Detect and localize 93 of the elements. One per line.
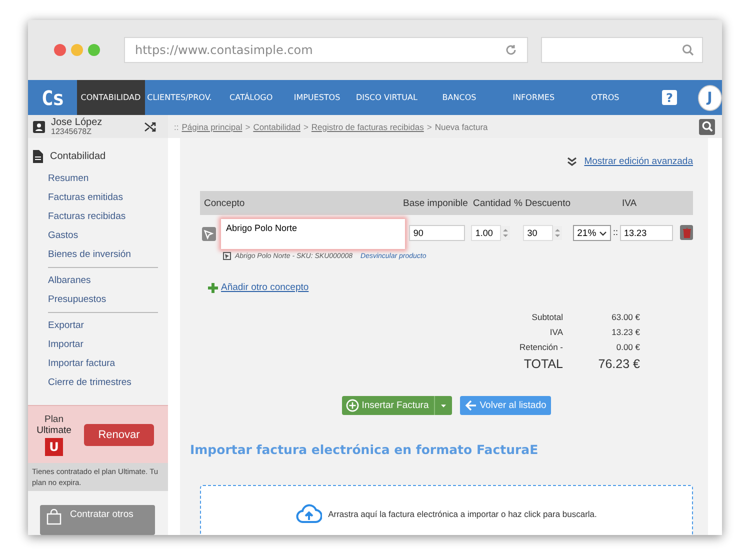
column-header: Concepto <box>203 198 246 208</box>
breadcrumb-separator: > <box>245 122 250 132</box>
nav-tab[interactable]: BANCOS <box>427 80 492 115</box>
base-field[interactable]: 90 <box>409 225 466 241</box>
sidebar-link[interactable]: Resumen <box>28 169 168 188</box>
column-header: Cantidad <box>473 198 512 208</box>
breadcrumb-link[interactable]: Página principal <box>182 122 242 132</box>
arrow-left-icon <box>464 400 477 411</box>
sidebar-link[interactable]: Facturas recibidas <box>28 207 168 226</box>
column-header: IVA <box>622 198 638 208</box>
back-to-list-button[interactable]: Volver al listado <box>460 396 552 415</box>
logo[interactable]: Cs <box>28 80 77 115</box>
other-products-button[interactable]: Contratar otros <box>40 505 155 535</box>
nav-tab[interactable]: OTROS <box>576 80 634 115</box>
trash-icon <box>682 228 691 238</box>
delete-button[interactable] <box>680 225 693 240</box>
browser-search-field[interactable] <box>541 37 703 63</box>
nav-tab[interactable]: CLIENTES/PROV. <box>144 80 214 115</box>
total-label: Retención - <box>518 342 563 352</box>
vat-amount-field[interactable]: 13.23 <box>620 225 674 241</box>
nav-tab[interactable]: IMPUESTOS <box>288 80 346 115</box>
nav-tab[interactable]: CATÁLOGO <box>214 80 288 115</box>
sidebar-link[interactable]: Exportar <box>28 316 168 335</box>
shuffle-icon[interactable] <box>144 120 156 132</box>
sidebar-link[interactable]: Gastos <box>28 226 168 245</box>
total-label: IVA <box>548 326 563 336</box>
double-chevron-icon <box>567 157 578 166</box>
spinner-arrows-icon[interactable] <box>501 226 510 240</box>
caret-icon <box>440 404 446 408</box>
reload-icon[interactable] <box>505 44 517 56</box>
sidebar-link[interactable]: Importar factura <box>28 354 168 373</box>
search-button[interactable] <box>699 118 715 134</box>
breadcrumb-separator: > <box>426 122 432 132</box>
nav-tab[interactable]: DISCO VIRTUAL <box>346 80 428 115</box>
sidebar-link[interactable]: Cierre de trimestres <box>28 373 168 392</box>
minimize-dot-icon[interactable] <box>71 44 83 56</box>
spinner-arrows-icon[interactable] <box>553 226 562 240</box>
shopping-bag-icon <box>46 509 62 525</box>
import-section-title: Importar factura electrónica en formato FacturaE <box>190 442 540 457</box>
close-dot-icon[interactable] <box>54 44 66 56</box>
plan-label: Plan <box>44 414 64 424</box>
total-label: Subtotal <box>530 312 563 322</box>
renew-button[interactable]: Renovar <box>84 424 154 446</box>
sidebar-link[interactable]: Facturas emitidas <box>28 188 168 207</box>
user-tax-id: 12345678Z <box>51 128 92 136</box>
nav-tab[interactable]: CONTABILIDAD <box>76 80 145 115</box>
vat-rate-dropdown[interactable]: 21% <box>573 225 612 241</box>
help-button[interactable]: ? <box>662 90 676 105</box>
add-concept-link[interactable]: Añadir otro concepto <box>221 282 309 293</box>
zoom-dot-icon[interactable] <box>88 44 100 56</box>
chevron-down-icon <box>599 230 608 236</box>
search-icon <box>682 44 694 56</box>
address-bar[interactable]: https://www.contasimple.com <box>124 37 528 63</box>
discount-field[interactable]: 30 <box>523 225 554 241</box>
nav-tab[interactable]: INFORMES <box>491 80 576 115</box>
column-header: % Descuento <box>514 198 572 208</box>
total-label: TOTAL <box>522 357 563 371</box>
user-name: Jose López <box>51 118 104 128</box>
plus-icon <box>208 282 218 292</box>
total-value: 63.00 € <box>610 312 640 322</box>
sidebar-link[interactable]: Albaranes <box>28 271 168 290</box>
product-picker-button[interactable] <box>202 227 216 241</box>
breadcrumb-link[interactable]: Contabilidad <box>253 122 300 132</box>
total-value: 13.23 € <box>610 326 640 336</box>
drop-zone-text: Arrastra aquí la factura electrónica a importar o haz click para buscarla. <box>328 509 597 519</box>
file-drop-zone[interactable]: Arrastra aquí la factura electrónica a importar o haz click para buscarla. <box>200 485 693 535</box>
breadcrumb-separator: > <box>303 122 308 132</box>
sidebar-link[interactable]: Presupuestos <box>28 290 168 309</box>
search-icon <box>702 121 712 132</box>
user-card-icon <box>33 120 45 132</box>
sidebar-link[interactable]: Bienes de inversión <box>28 245 168 264</box>
user-avatar[interactable]: J <box>698 84 722 110</box>
breadcrumb-current: Nueva factura <box>434 122 488 132</box>
concept-field[interactable]: Abrigo Polo Norte <box>220 219 406 249</box>
total-value: 76.23 € <box>597 357 640 371</box>
plus-circle-icon <box>346 399 359 412</box>
product-link-icon <box>223 252 231 260</box>
cloud-upload-icon <box>296 504 322 524</box>
quantity-field[interactable]: 1.00 <box>471 225 502 241</box>
sidebar-link[interactable]: Importar <box>28 335 168 354</box>
insert-invoice-button[interactable]: Insertar Factura <box>342 396 434 415</box>
advanced-edit-link[interactable]: Mostrar edición avanzada <box>584 156 693 167</box>
separator-mark: :: <box>613 227 618 237</box>
section-title: Contabilidad <box>50 151 106 162</box>
plan-name: Ultimate <box>36 424 72 436</box>
insert-options-button[interactable] <box>434 396 452 415</box>
document-icon <box>33 150 43 163</box>
breadcrumb-link[interactable]: Registro de facturas recibidas <box>311 122 424 132</box>
total-value: 0.00 € <box>615 342 640 352</box>
cursor-icon <box>203 228 214 240</box>
plan-badge: U <box>45 438 63 456</box>
breadcrumb-prefix: :: <box>174 122 179 132</box>
column-header: Base imponible <box>403 198 469 208</box>
